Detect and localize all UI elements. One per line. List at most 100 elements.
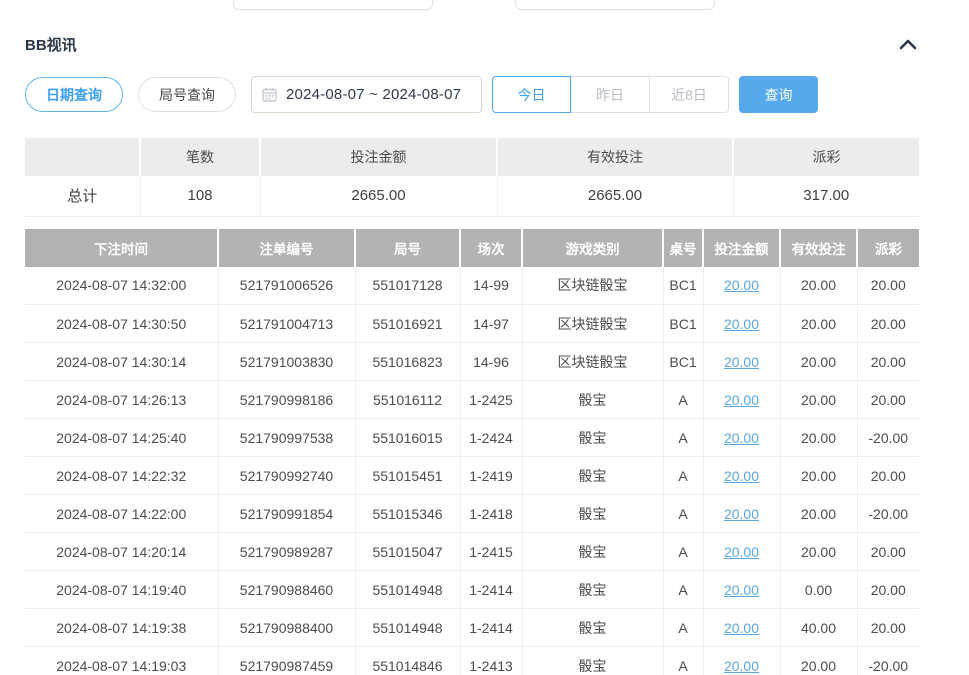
order-no-cell: 521790991854 [218, 495, 355, 533]
bet-time-cell: 2024-08-07 14:26:13 [25, 381, 218, 419]
order-no-cell: 521790998186 [218, 381, 355, 419]
tab-round-query[interactable]: 局号查询 [138, 77, 236, 112]
header-valid-bet: 有效投注 [780, 229, 857, 267]
table-row: 2024-08-07 14:25:40521790997538551016015… [25, 419, 919, 457]
order-no-cell: 521790989287 [218, 533, 355, 571]
payout-cell: 20.00 [857, 343, 919, 381]
tab-date-query[interactable]: 日期查询 [25, 77, 123, 112]
session-cell: 14-99 [460, 267, 522, 305]
header-order-no: 注单编号 [218, 229, 355, 267]
payout-cell: 20.00 [857, 305, 919, 343]
session-cell: 14-96 [460, 343, 522, 381]
summary-header-empty [25, 138, 140, 176]
summary-total-label: 总计 [25, 176, 140, 216]
round-no-cell: 551017128 [355, 267, 460, 305]
bet-amount-cell: 20.00 [703, 267, 780, 305]
bet-time-cell: 2024-08-07 14:20:14 [25, 533, 218, 571]
quick-today-button[interactable]: 今日 [492, 76, 571, 113]
bet-amount-link[interactable]: 20.00 [724, 506, 759, 522]
section-title: BB视讯 [25, 34, 77, 55]
bet-amount-link[interactable]: 20.00 [724, 316, 759, 332]
bet-time-cell: 2024-08-07 14:19:38 [25, 609, 218, 647]
date-range-input[interactable]: 2024-08-07 ~ 2024-08-07 [251, 76, 482, 113]
header-payout: 派彩 [857, 229, 919, 267]
order-no-cell: 521791006526 [218, 267, 355, 305]
table-no-cell: A [663, 495, 703, 533]
chevron-up-icon[interactable] [899, 38, 917, 50]
summary-header-payout: 派彩 [733, 138, 919, 176]
payout-cell: -20.00 [857, 419, 919, 457]
bet-amount-link[interactable]: 20.00 [724, 658, 759, 674]
table-row: 2024-08-07 14:19:38521790988400551014948… [25, 609, 919, 647]
table-row: 2024-08-07 14:20:14521790989287551015047… [25, 533, 919, 571]
detail-header-row: 下注时间 注单编号 局号 场次 游戏类别 桌号 投注金额 有效投注 派彩 [25, 229, 919, 267]
bet-amount-cell: 20.00 [703, 305, 780, 343]
bet-time-cell: 2024-08-07 14:30:14 [25, 343, 218, 381]
summary-total-valid-bet: 2665.00 [497, 176, 733, 216]
section-header: BB视讯 [25, 33, 919, 55]
session-cell: 14-97 [460, 305, 522, 343]
valid-bet-cell: 20.00 [780, 343, 857, 381]
bet-amount-link[interactable]: 20.00 [724, 582, 759, 598]
valid-bet-cell: 20.00 [780, 533, 857, 571]
bet-amount-cell: 20.00 [703, 647, 780, 675]
bet-amount-cell: 20.00 [703, 609, 780, 647]
round-no-cell: 551016823 [355, 343, 460, 381]
payout-cell: -20.00 [857, 647, 919, 675]
bet-amount-link[interactable]: 20.00 [724, 430, 759, 446]
valid-bet-cell: 20.00 [780, 647, 857, 675]
order-no-cell: 521791004713 [218, 305, 355, 343]
game-type-cell: 骰宝 [522, 381, 663, 419]
table-row: 2024-08-07 14:22:32521790992740551015451… [25, 457, 919, 495]
summary-header-count: 笔数 [140, 138, 260, 176]
payout-cell: -20.00 [857, 495, 919, 533]
table-row: 2024-08-07 14:22:00521790991854551015346… [25, 495, 919, 533]
calendar-icon [262, 87, 277, 102]
table-row: 2024-08-07 14:26:13521790998186551016112… [25, 381, 919, 419]
order-no-cell: 521791003830 [218, 343, 355, 381]
round-no-cell: 551014846 [355, 647, 460, 675]
quick-last8days-button[interactable]: 近8日 [650, 76, 729, 113]
round-no-cell: 551015346 [355, 495, 460, 533]
payout-cell: 20.00 [857, 381, 919, 419]
bet-records-table: 下注时间 注单编号 局号 场次 游戏类别 桌号 投注金额 有效投注 派彩 202… [25, 229, 919, 675]
table-no-cell: BC1 [663, 305, 703, 343]
table-row: 2024-08-07 14:30:14521791003830551016823… [25, 343, 919, 381]
bet-amount-link[interactable]: 20.00 [724, 544, 759, 560]
payout-cell: 20.00 [857, 609, 919, 647]
payout-cell: 20.00 [857, 533, 919, 571]
table-row: 2024-08-07 14:19:03521790987459551014846… [25, 647, 919, 675]
bet-amount-cell: 20.00 [703, 457, 780, 495]
page: BB视讯 日期查询 局号查询 [0, 0, 969, 675]
top-partial-input-left[interactable] [233, 0, 433, 10]
header-round-no: 局号 [355, 229, 460, 267]
bet-amount-cell: 20.00 [703, 419, 780, 457]
bet-amount-link[interactable]: 20.00 [724, 620, 759, 636]
bet-time-cell: 2024-08-07 14:22:32 [25, 457, 218, 495]
round-no-cell: 551014948 [355, 571, 460, 609]
search-button[interactable]: 查询 [739, 76, 818, 113]
header-bet-amount: 投注金额 [703, 229, 780, 267]
table-row: 2024-08-07 14:30:50521791004713551016921… [25, 305, 919, 343]
round-no-cell: 551016015 [355, 419, 460, 457]
date-range-value: 2024-08-07 ~ 2024-08-07 [286, 86, 461, 103]
bet-amount-cell: 20.00 [703, 343, 780, 381]
table-no-cell: BC1 [663, 267, 703, 305]
bet-time-cell: 2024-08-07 14:19:40 [25, 571, 218, 609]
top-partial-input-right[interactable] [515, 0, 715, 10]
quick-range-group: 今日 昨日 近8日 [492, 76, 729, 113]
valid-bet-cell: 20.00 [780, 495, 857, 533]
quick-yesterday-button[interactable]: 昨日 [571, 76, 650, 113]
session-cell: 1-2424 [460, 419, 522, 457]
session-cell: 1-2414 [460, 571, 522, 609]
order-no-cell: 521790997538 [218, 419, 355, 457]
game-type-cell: 区块链骰宝 [522, 343, 663, 381]
bet-amount-link[interactable]: 20.00 [724, 277, 759, 293]
game-type-cell: 骰宝 [522, 533, 663, 571]
bet-amount-link[interactable]: 20.00 [724, 392, 759, 408]
header-session: 场次 [460, 229, 522, 267]
game-type-cell: 区块链骰宝 [522, 267, 663, 305]
bet-amount-link[interactable]: 20.00 [724, 354, 759, 370]
round-no-cell: 551015451 [355, 457, 460, 495]
bet-amount-link[interactable]: 20.00 [724, 468, 759, 484]
